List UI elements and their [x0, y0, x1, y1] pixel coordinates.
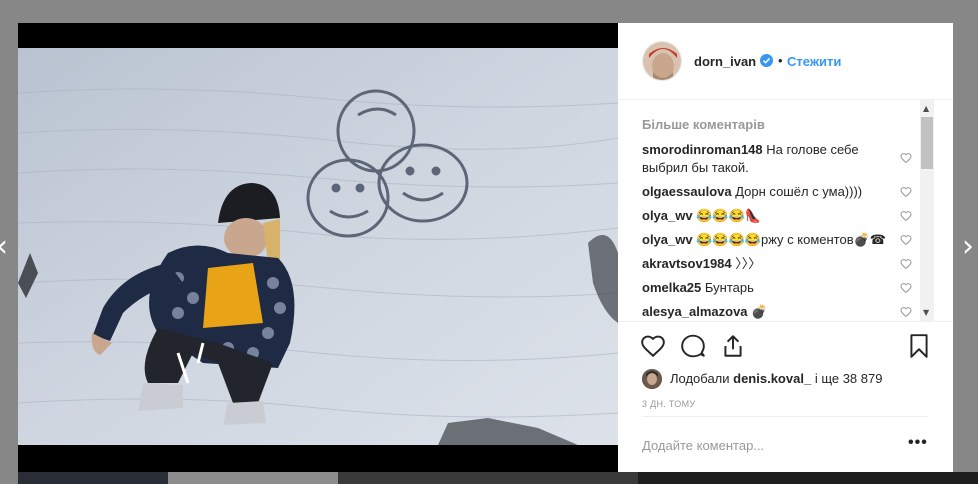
post-side-panel: dorn_ivan • Стежити Більше коментарів sm…	[618, 23, 953, 472]
comment-author[interactable]: olya_wv	[642, 232, 693, 247]
liker-username[interactable]: denis.koval_	[733, 371, 811, 386]
comment-item: olgaessaulova Дорн сошёл с ума))))	[642, 183, 892, 201]
more-options-button[interactable]: •••	[908, 434, 928, 452]
add-comment-section: •••	[618, 416, 953, 472]
likes-count[interactable]: і ще 38 879	[815, 371, 883, 386]
comment-item: akravtsov1984 〉〉〉	[642, 255, 892, 273]
verified-badge-icon	[760, 54, 773, 67]
divider	[642, 416, 929, 417]
follow-button[interactable]: Стежити	[787, 54, 841, 69]
comment-text: 💣	[751, 304, 768, 319]
next-post-arrow[interactable]: ›	[962, 232, 974, 262]
previous-post-arrow[interactable]: ‹	[0, 232, 8, 262]
post-photo-image	[18, 23, 618, 472]
comment-item: olya_wv 😂😂😂😂ржу с коментов💣☎	[642, 231, 892, 249]
comment-like-heart-icon[interactable]	[900, 282, 912, 294]
comment-item: alesya_almazova 💣	[642, 303, 892, 321]
comment-like-heart-icon[interactable]	[900, 152, 912, 164]
comment-author[interactable]: alesya_almazova	[642, 304, 748, 319]
post-modal: dorn_ivan • Стежити Більше коментарів sm…	[18, 23, 953, 472]
comment-like-heart-icon[interactable]	[900, 234, 912, 246]
comments-list: Більше коментарів smorodinroman148 На го…	[618, 101, 953, 321]
background-post-thumbnail	[638, 472, 978, 484]
post-photo	[18, 23, 618, 472]
comment-text: 〉〉〉	[735, 256, 762, 271]
post-header: dorn_ivan • Стежити	[618, 23, 953, 100]
comment-author[interactable]: olgaessaulova	[642, 184, 732, 199]
bookmark-icon[interactable]	[906, 333, 932, 359]
comment-author[interactable]: akravtsov1984	[642, 256, 732, 271]
comment-like-heart-icon[interactable]	[900, 186, 912, 198]
comment-text: Дорн сошёл с ума))))	[735, 184, 863, 199]
author-avatar[interactable]	[642, 41, 682, 81]
comment-item: smorodinroman148 На голове себе выбрил б…	[642, 141, 892, 177]
comment-author[interactable]: olya_wv	[642, 208, 693, 223]
add-comment-input[interactable]	[642, 436, 892, 454]
comment-bubble-icon[interactable]	[680, 333, 706, 359]
comment-item: omelka25 Бунтарь	[642, 279, 892, 297]
likes-prefix: Лодобали	[670, 371, 730, 386]
load-more-comments-button[interactable]: Більше коментарів	[642, 117, 765, 132]
author-username[interactable]: dorn_ivan	[694, 54, 756, 69]
background-post-thumbnail	[338, 472, 638, 484]
post-timestamp[interactable]: 3 ДН. ТОМУ	[642, 399, 695, 409]
likes-text: Лодобали denis.koval_ і ще 38 879	[670, 371, 882, 386]
comment-text: 😂😂😂👠	[696, 208, 761, 223]
heart-icon[interactable]	[640, 333, 666, 359]
comment-text: Бунтарь	[704, 280, 754, 295]
comment-like-heart-icon[interactable]	[900, 210, 912, 222]
scroll-down-arrow-icon[interactable]: ▼	[923, 308, 929, 317]
scroll-up-arrow-icon[interactable]: ▲	[923, 104, 929, 113]
share-icon[interactable]	[720, 333, 746, 359]
background-post-thumbnail	[168, 472, 338, 484]
separator-dot: •	[778, 53, 783, 68]
comment-text: 😂😂😂😂ржу с коментов💣☎	[696, 232, 886, 247]
comment-like-heart-icon[interactable]	[900, 306, 912, 318]
comment-author[interactable]: smorodinroman148	[642, 142, 763, 157]
liker-avatar[interactable]	[642, 369, 662, 389]
comment-author[interactable]: omelka25	[642, 280, 701, 295]
comment-item: olya_wv 😂😂😂👠	[642, 207, 892, 225]
comment-like-heart-icon[interactable]	[900, 258, 912, 270]
background-post-thumbnail	[18, 472, 168, 484]
comments-scrollbar-thumb[interactable]	[921, 117, 933, 169]
post-actions-bar	[618, 321, 953, 371]
